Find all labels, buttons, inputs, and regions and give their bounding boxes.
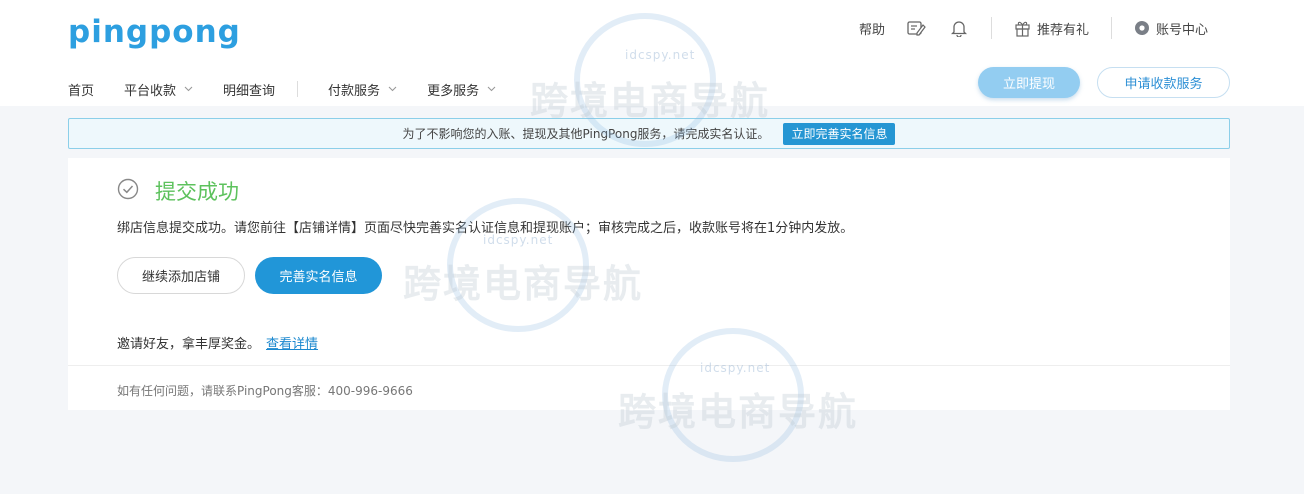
gift-icon <box>1014 20 1031 37</box>
account-center-link[interactable]: 账号中心 <box>1134 19 1208 38</box>
recommend-link[interactable]: 推荐有礼 <box>1014 19 1089 38</box>
result-card: 提交成功 绑店信息提交成功。请您前往【店铺详情】页面尽快完善实名认证信息和提现账… <box>68 158 1230 410</box>
toolbar-separator <box>990 17 992 39</box>
chevron-down-icon <box>487 86 496 92</box>
help-link[interactable]: 帮助 <box>859 19 885 38</box>
result-description: 绑店信息提交成功。请您前往【店铺详情】页面尽快完善实名认证信息和提现账户；审核完… <box>117 221 854 236</box>
complete-real-name-button[interactable]: 立即完善实名信息 <box>783 122 896 145</box>
top-right-toolbar: 帮助 推荐有礼 账号中心 <box>859 17 1208 39</box>
view-details-link[interactable]: 查看详情 <box>266 337 318 352</box>
account-icon <box>1134 20 1150 36</box>
contact-info: 如有任何问题，请联系PingPong客服：400-996-9666 <box>117 384 413 398</box>
real-name-notice-bar: 为了不影响您的入账、提现及其他PingPong服务，请完成实名认证。 立即完善实… <box>68 118 1230 149</box>
nav-platform-collection[interactable]: 平台收款 <box>124 80 193 99</box>
toolbar-separator <box>1110 17 1112 39</box>
continue-add-store-button[interactable]: 继续添加店铺 <box>117 257 245 294</box>
nav-payment-service[interactable]: 付款服务 <box>328 80 397 99</box>
nav-more-service[interactable]: 更多服务 <box>427 80 496 99</box>
feedback-icon[interactable] <box>907 18 927 38</box>
notice-text: 为了不影响您的入账、提现及其他PingPong服务，请完成实名认证。 <box>402 127 770 141</box>
bell-icon[interactable] <box>949 18 969 38</box>
account-label: 账号中心 <box>1155 22 1208 38</box>
top-header: pingpong 帮助 推荐有礼 账号中心 首页 平台收款 明细查询 付款服务 … <box>0 0 1304 106</box>
card-divider <box>68 365 1230 366</box>
invite-text: 邀请好友，拿丰厚奖金。 <box>117 337 261 352</box>
pingpong-logo[interactable]: pingpong <box>68 14 241 50</box>
chevron-down-icon <box>388 86 397 92</box>
nav-payment-service-label: 付款服务 <box>328 83 381 99</box>
success-header: 提交成功 <box>117 176 239 206</box>
check-circle-icon <box>117 178 139 204</box>
nav-more-service-label: 更多服务 <box>427 83 480 99</box>
withdraw-button[interactable]: 立即提现 <box>978 67 1080 98</box>
nav-home[interactable]: 首页 <box>68 80 94 99</box>
invite-row: 邀请好友，拿丰厚奖金。 查看详情 <box>117 333 318 352</box>
nav-platform-collection-label: 平台收款 <box>124 83 177 99</box>
complete-real-name-info-button[interactable]: 完善实名信息 <box>255 257 382 294</box>
chevron-down-icon <box>184 86 193 92</box>
apply-collection-service-button[interactable]: 申请收款服务 <box>1097 67 1230 98</box>
success-title: 提交成功 <box>155 180 239 204</box>
nav-details[interactable]: 明细查询 <box>223 80 275 99</box>
recommend-label: 推荐有礼 <box>1036 22 1089 38</box>
nav-separator <box>297 81 299 97</box>
main-nav: 首页 平台收款 明细查询 付款服务 更多服务 <box>68 79 526 99</box>
